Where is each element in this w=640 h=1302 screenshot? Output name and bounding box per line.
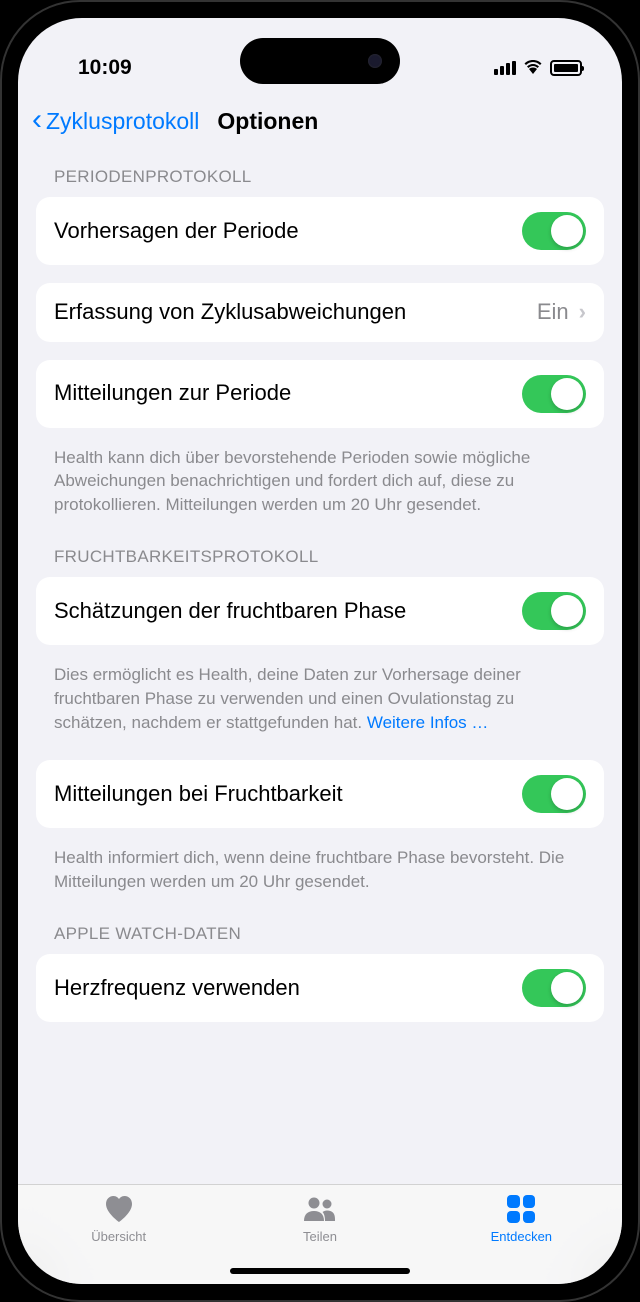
toggle-fertile-window[interactable]	[522, 592, 586, 630]
chevron-right-icon: ›	[579, 299, 586, 325]
chevron-left-icon: ‹	[32, 105, 42, 135]
tab-discover[interactable]: Entdecken	[421, 1193, 622, 1244]
navigation-bar: ‹ Zyklusprotokoll Optionen	[18, 98, 622, 153]
row-use-heart-rate[interactable]: Herzfrequenz verwenden	[36, 954, 604, 1022]
row-period-notifications[interactable]: Mitteilungen zur Periode	[36, 360, 604, 428]
section-header-period: PERIODENPROTOKOLL	[36, 153, 604, 197]
row-fertility-notifications[interactable]: Mitteilungen bei Fruchtbarkeit	[36, 760, 604, 828]
row-value: Ein	[537, 299, 569, 325]
row-period-predictions[interactable]: Vorhersagen der Periode	[36, 197, 604, 265]
toggle-period-notifications[interactable]	[522, 375, 586, 413]
toggle-fertility-notifications[interactable]	[522, 775, 586, 813]
tab-label: Übersicht	[91, 1229, 146, 1244]
front-camera-icon	[368, 54, 382, 68]
row-label: Mitteilungen zur Periode	[54, 379, 522, 408]
wifi-icon	[523, 58, 543, 79]
toggle-period-predictions[interactable]	[522, 212, 586, 250]
back-button[interactable]: ‹ Zyklusprotokoll	[32, 108, 199, 135]
tab-label: Teilen	[303, 1229, 337, 1244]
toggle-heart-rate[interactable]	[522, 969, 586, 1007]
phone-frame: 10:09 ‹ Zyklusprotokoll Optionen PERIODE…	[0, 0, 640, 1302]
row-cycle-deviations[interactable]: Erfassung von Zyklusabweichungen Ein ›	[36, 283, 604, 342]
tab-overview[interactable]: Übersicht	[18, 1193, 219, 1244]
section-header-fertility: FRUCHTBARKEITSPROTOKOLL	[36, 525, 604, 577]
people-icon	[302, 1193, 338, 1225]
page-title: Optionen	[217, 108, 318, 135]
row-label: Schätzungen der fruchtbaren Phase	[54, 597, 522, 626]
tab-share[interactable]: Teilen	[219, 1193, 420, 1244]
section-footer-period: Health kann dich über bevorstehende Peri…	[36, 446, 604, 525]
dynamic-island	[240, 38, 400, 84]
home-indicator[interactable]	[230, 1268, 410, 1274]
row-label: Vorhersagen der Periode	[54, 217, 522, 246]
status-icons	[494, 58, 582, 79]
row-label: Erfassung von Zyklusabweichungen	[54, 298, 537, 327]
more-info-link[interactable]: Weitere Infos …	[367, 713, 489, 732]
battery-icon	[550, 60, 582, 76]
section-footer-fertility-1: Dies ermöglicht es Health, deine Daten z…	[36, 663, 604, 742]
row-label: Herzfrequenz verwenden	[54, 974, 522, 1003]
tab-label: Entdecken	[491, 1229, 552, 1244]
content-area: PERIODENPROTOKOLL Vorhersagen der Period…	[18, 153, 622, 1184]
back-label: Zyklusprotokoll	[46, 108, 199, 135]
screen: 10:09 ‹ Zyklusprotokoll Optionen PERIODE…	[18, 18, 622, 1284]
section-footer-fertility-2: Health informiert dich, wenn deine fruch…	[36, 846, 604, 902]
cellular-signal-icon	[494, 61, 516, 75]
row-fertile-window-estimates[interactable]: Schätzungen der fruchtbaren Phase	[36, 577, 604, 645]
status-time: 10:09	[78, 56, 132, 80]
section-header-watch: APPLE WATCH-DATEN	[36, 902, 604, 954]
row-label: Mitteilungen bei Fruchtbarkeit	[54, 780, 522, 809]
heart-icon	[104, 1193, 134, 1225]
grid-icon	[507, 1193, 535, 1225]
